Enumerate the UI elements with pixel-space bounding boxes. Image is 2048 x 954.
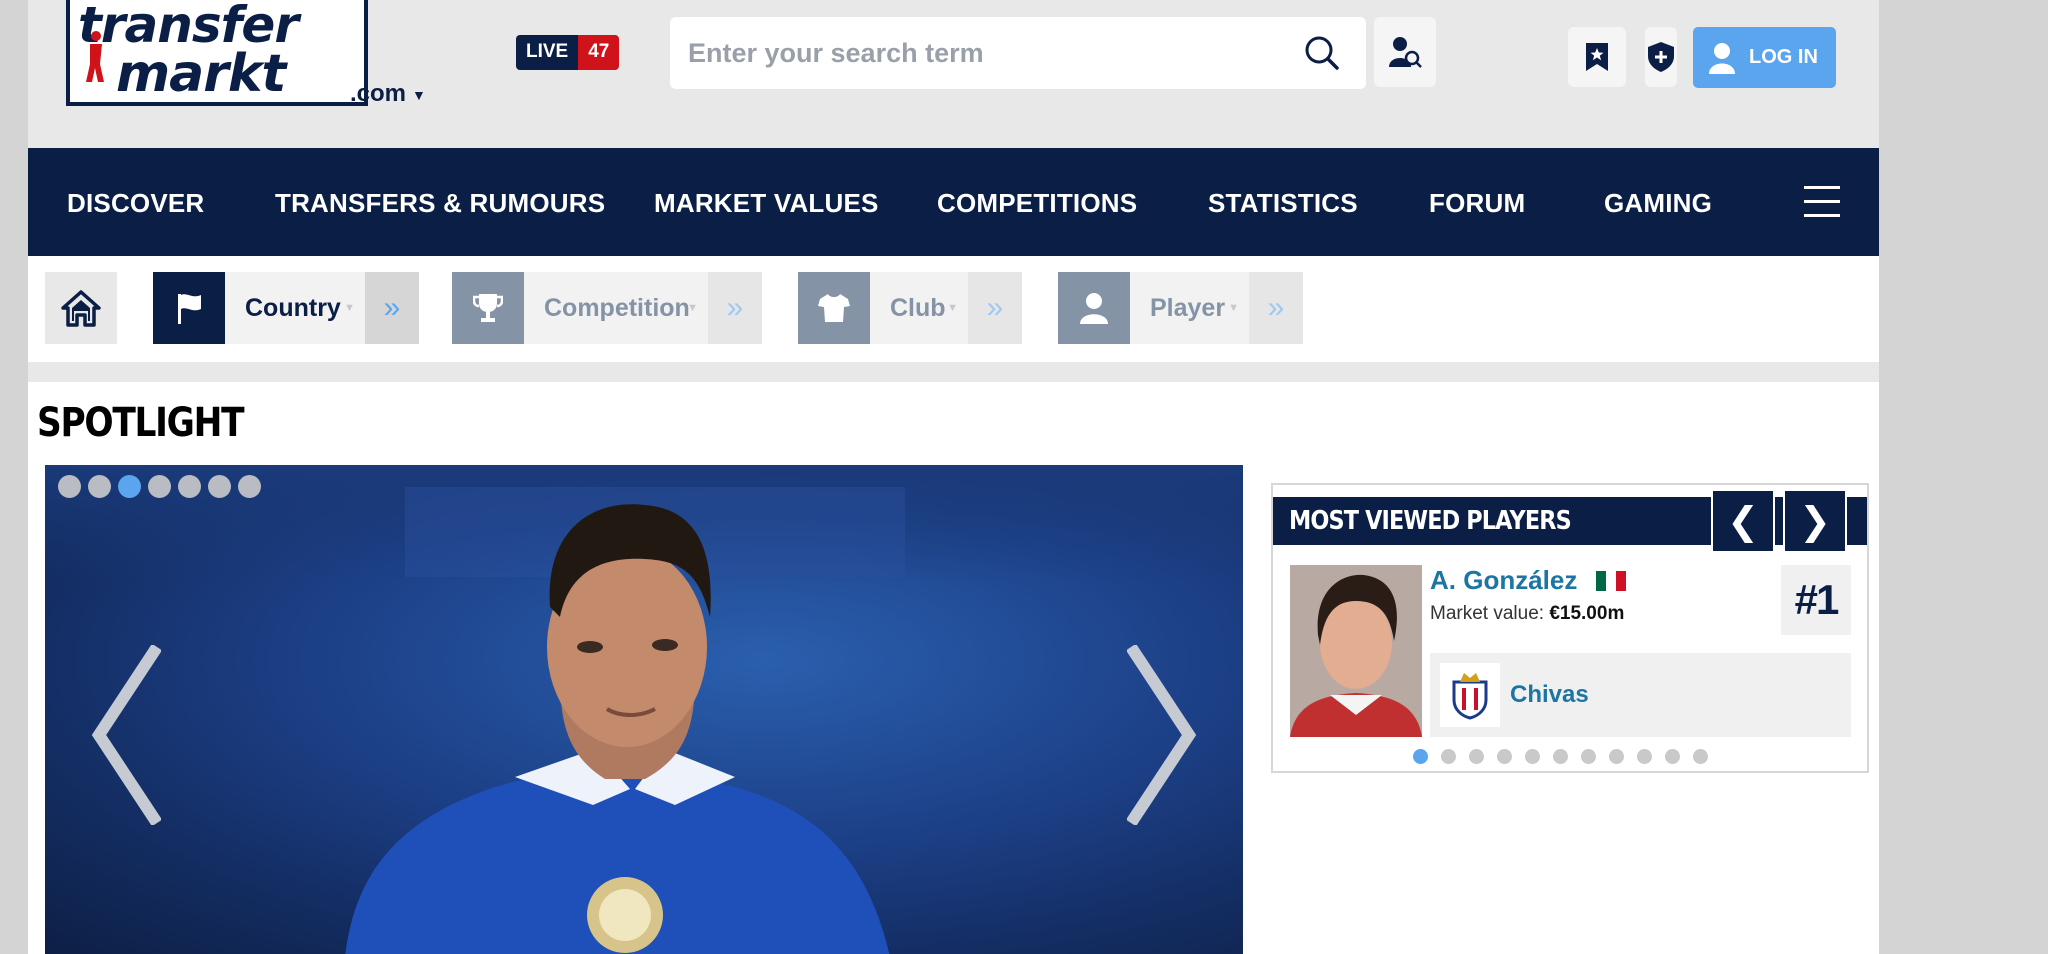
- flag-icon: [153, 272, 225, 344]
- club-label: Club: [890, 293, 946, 322]
- carousel-dot[interactable]: [1553, 749, 1568, 764]
- chevron-left-icon[interactable]: [91, 645, 161, 825]
- home-icon: [61, 290, 101, 327]
- slide-dot[interactable]: [58, 475, 81, 498]
- most-viewed-players-widget: MOST VIEWED PLAYERS ❮ ❯ A. González Mark…: [1271, 483, 1869, 773]
- club-name-link[interactable]: Chivas: [1510, 681, 1589, 709]
- domain-selector[interactable]: .com ▼: [350, 80, 426, 108]
- player-carousel-indicator: [1413, 749, 1708, 764]
- search-bar: [670, 17, 1366, 89]
- nav-statistics[interactable]: STATISTICS: [1208, 188, 1358, 219]
- slide-dot[interactable]: [178, 475, 201, 498]
- carousel-dot[interactable]: [1693, 749, 1708, 764]
- slide-dot[interactable]: [148, 475, 171, 498]
- live-count-badge: 47: [578, 35, 620, 70]
- player-label: Player: [1150, 293, 1226, 322]
- live-ticker-button[interactable]: LIVE 47: [516, 35, 620, 70]
- market-value-amount: €15.00m: [1549, 603, 1625, 624]
- nav-market-values[interactable]: MARKET VALUES: [654, 188, 879, 219]
- carousel-dot[interactable]: [1441, 749, 1456, 764]
- search-icon[interactable]: [1304, 35, 1340, 71]
- live-label: LIVE: [516, 35, 579, 70]
- widget-title: MOST VIEWED PLAYERS: [1289, 506, 1572, 536]
- user-icon: [1709, 42, 1735, 74]
- mexico-flag-icon: [1596, 571, 1626, 591]
- spotlight-title: SPOTLIGHT: [37, 400, 245, 446]
- nav-gaming[interactable]: GAMING: [1604, 188, 1712, 219]
- divider: [28, 362, 1879, 382]
- carousel-dot[interactable]: [1665, 749, 1680, 764]
- main-nav: DISCOVER TRANSFERS & RUMOURS MARKET VALU…: [28, 148, 1879, 256]
- country-label: Country: [245, 293, 341, 322]
- home-button[interactable]: [45, 272, 117, 344]
- spotlight-slider[interactable]: [45, 465, 1243, 954]
- footballer-logo-icon: [86, 31, 104, 82]
- header: transfer markt .com ▼ LIVE 47 Enter your…: [28, 0, 1879, 148]
- player-filter[interactable]: Player ▼ »: [1058, 272, 1303, 344]
- spotlight-player-image: [345, 487, 905, 954]
- shield-plus-icon: [1648, 42, 1674, 72]
- search-input[interactable]: [688, 33, 1288, 73]
- country-go-arrow-icon[interactable]: »: [365, 272, 419, 344]
- dropdown-caret-icon: ▼: [344, 302, 355, 314]
- next-player-button[interactable]: ❯: [1783, 489, 1847, 553]
- page: transfer markt .com ▼ LIVE 47 Enter your…: [28, 0, 1879, 954]
- slide-dot[interactable]: [88, 475, 111, 498]
- carousel-dot[interactable]: [1525, 749, 1540, 764]
- competition-filter[interactable]: Competition ▼ »: [452, 272, 762, 344]
- market-value-label: Market value:: [1430, 603, 1545, 624]
- login-label: LOG IN: [1749, 46, 1818, 68]
- login-button[interactable]: LOG IN: [1693, 27, 1836, 88]
- logo-line2: markt: [116, 44, 286, 104]
- carousel-dot[interactable]: [1469, 749, 1484, 764]
- carousel-dot[interactable]: [1637, 749, 1652, 764]
- nav-competitions[interactable]: COMPETITIONS: [937, 188, 1137, 219]
- main-content: SPOTLIGHT MOST VIEWED PLAYERS ❮ ❯ A. Gon…: [28, 382, 1879, 954]
- nav-forum[interactable]: FORUM: [1429, 188, 1525, 219]
- club-go-arrow-icon[interactable]: »: [968, 272, 1022, 344]
- caret-down-icon: ▼: [412, 86, 426, 103]
- carousel-dot-active[interactable]: [1413, 749, 1428, 764]
- club-filter[interactable]: Club ▼ »: [798, 272, 1022, 344]
- nav-discover[interactable]: DISCOVER: [67, 188, 204, 219]
- player-photo[interactable]: [1290, 565, 1422, 737]
- player-go-arrow-icon[interactable]: »: [1249, 272, 1303, 344]
- player-name-link[interactable]: A. González: [1430, 565, 1577, 596]
- carousel-dot[interactable]: [1581, 749, 1596, 764]
- trophy-icon: [452, 272, 524, 344]
- dropdown-caret-icon: ▼: [947, 302, 958, 314]
- user-search-icon: [1389, 37, 1422, 68]
- club-crest-icon: [1440, 663, 1500, 727]
- jersey-icon: [798, 272, 870, 344]
- person-icon: [1058, 272, 1130, 344]
- carousel-dot[interactable]: [1609, 749, 1624, 764]
- competition-label: Competition: [544, 293, 690, 322]
- competition-go-arrow-icon[interactable]: »: [708, 272, 762, 344]
- chevron-right-icon[interactable]: [1127, 645, 1197, 825]
- transfermarkt-logo[interactable]: transfer markt: [66, 0, 368, 106]
- market-value: Market value: €15.00m: [1430, 603, 1624, 625]
- rank-badge: #1: [1781, 565, 1851, 635]
- dropdown-caret-icon: ▼: [1228, 302, 1239, 314]
- bookmark-star-icon: [1586, 43, 1608, 71]
- widget-header: MOST VIEWED PLAYERS: [1273, 497, 1867, 545]
- domain-label: .com: [350, 80, 407, 107]
- player-search-button[interactable]: [1374, 17, 1436, 87]
- slide-dot-active[interactable]: [118, 475, 141, 498]
- slide-indicator: [58, 475, 261, 498]
- dropdown-caret-icon: ▼: [687, 302, 698, 314]
- country-filter[interactable]: Country ▼ »: [153, 272, 419, 344]
- nav-transfers-rumours[interactable]: TRANSFERS & RUMOURS: [275, 188, 605, 219]
- slide-dot[interactable]: [238, 475, 261, 498]
- club-shield-button[interactable]: [1615, 27, 1677, 87]
- quick-select-bar: Country ▼ » Competition ▼ » Club ▼ » Player…: [28, 256, 1879, 362]
- prev-player-button[interactable]: ❮: [1711, 489, 1775, 553]
- carousel-dot[interactable]: [1497, 749, 1512, 764]
- slide-dot[interactable]: [208, 475, 231, 498]
- club-row[interactable]: Chivas: [1430, 653, 1851, 737]
- hamburger-menu-icon[interactable]: [1804, 184, 1840, 218]
